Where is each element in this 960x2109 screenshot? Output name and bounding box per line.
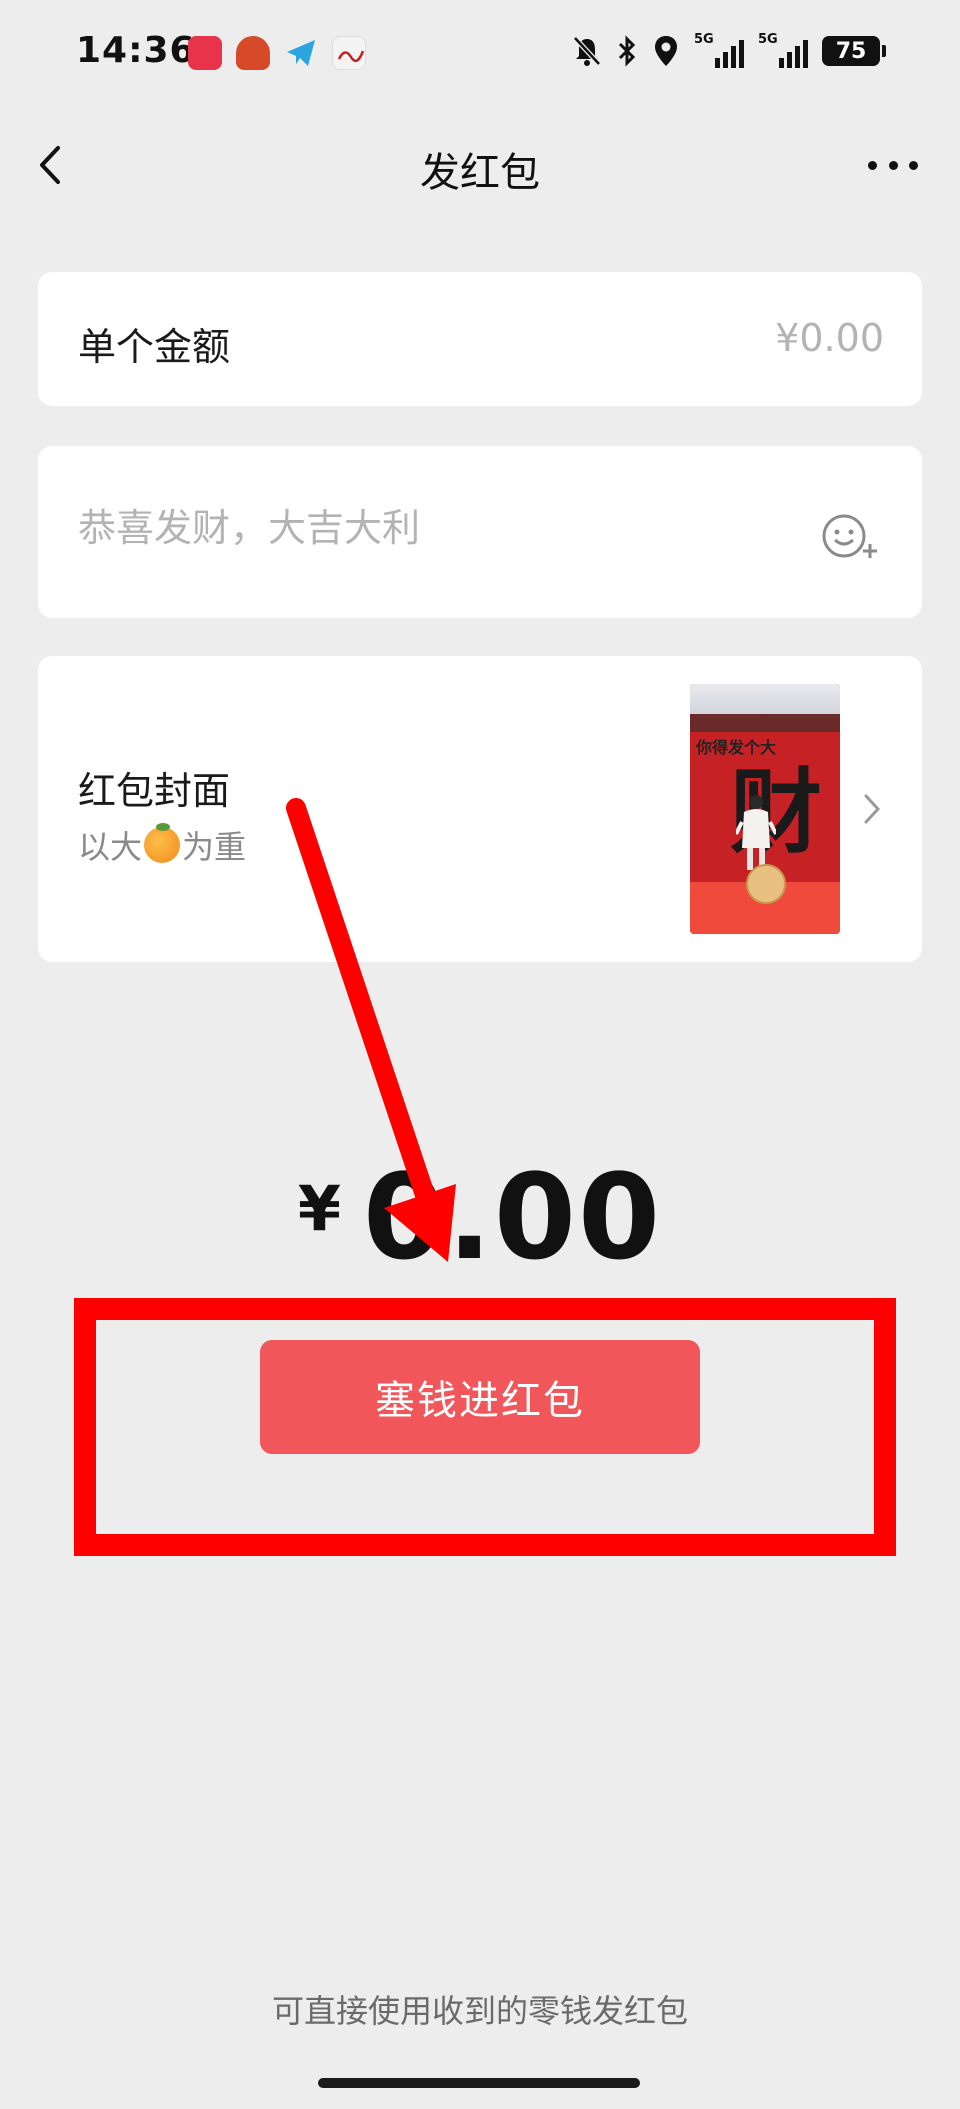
blessing-message-input[interactable] [78, 506, 778, 550]
bell-muted-icon [572, 35, 602, 67]
notification-app-icons [188, 36, 366, 70]
battery-indicator: 75 [822, 36, 886, 66]
person-figure-icon [736, 795, 776, 870]
xiaohongshu-app-icon [188, 36, 222, 70]
total-currency: ¥ [297, 1172, 341, 1245]
cover-thumbnail[interactable]: 你得发个大 财 [690, 684, 840, 934]
chevron-right-icon [864, 794, 881, 824]
amount-card[interactable]: 单个金额 [38, 272, 922, 406]
status-bar: 14:36 5G 5G 75 [0, 0, 960, 110]
amount-label: 单个金额 [78, 325, 231, 369]
emoji-add-icon [822, 514, 877, 558]
annotation-highlight-box [74, 1298, 896, 1556]
location-icon [652, 34, 680, 68]
cover-subtitle: 以大 为重 [78, 822, 246, 868]
orange-icon [144, 823, 181, 863]
emoji-button[interactable] [818, 508, 882, 564]
message-card[interactable] [38, 446, 922, 618]
total-value: 0.00 [363, 1148, 663, 1286]
orange-app-icon [236, 36, 270, 70]
cellular-signal-1: 5G [694, 32, 744, 68]
status-indicators: 5G 5G 75 [572, 32, 886, 68]
bluetooth-icon [616, 35, 638, 67]
more-dots-icon [868, 160, 877, 170]
page-title: 发红包 [420, 150, 540, 196]
total-amount: ¥ 0.00 [0, 1148, 960, 1286]
telegram-icon [284, 36, 318, 70]
home-indicator[interactable] [318, 2078, 640, 2088]
thumbnail-coin-icon [746, 864, 786, 904]
cellular-signal-2: 5G [758, 32, 808, 68]
status-time: 14:36 [76, 30, 196, 71]
cover-subtitle-suffix: 为重 [182, 828, 247, 866]
more-button[interactable] [868, 150, 918, 180]
cover-title: 红包封面 [78, 769, 231, 813]
amount-input[interactable] [584, 316, 884, 360]
peoples-daily-icon [332, 36, 366, 70]
cover-card[interactable]: 红包封面 以大 为重 你得发个大 财 [38, 656, 922, 962]
footer-tip: 可直接使用收到的零钱发红包 [271, 1992, 688, 2030]
cover-subtitle-prefix: 以大 [78, 828, 143, 866]
